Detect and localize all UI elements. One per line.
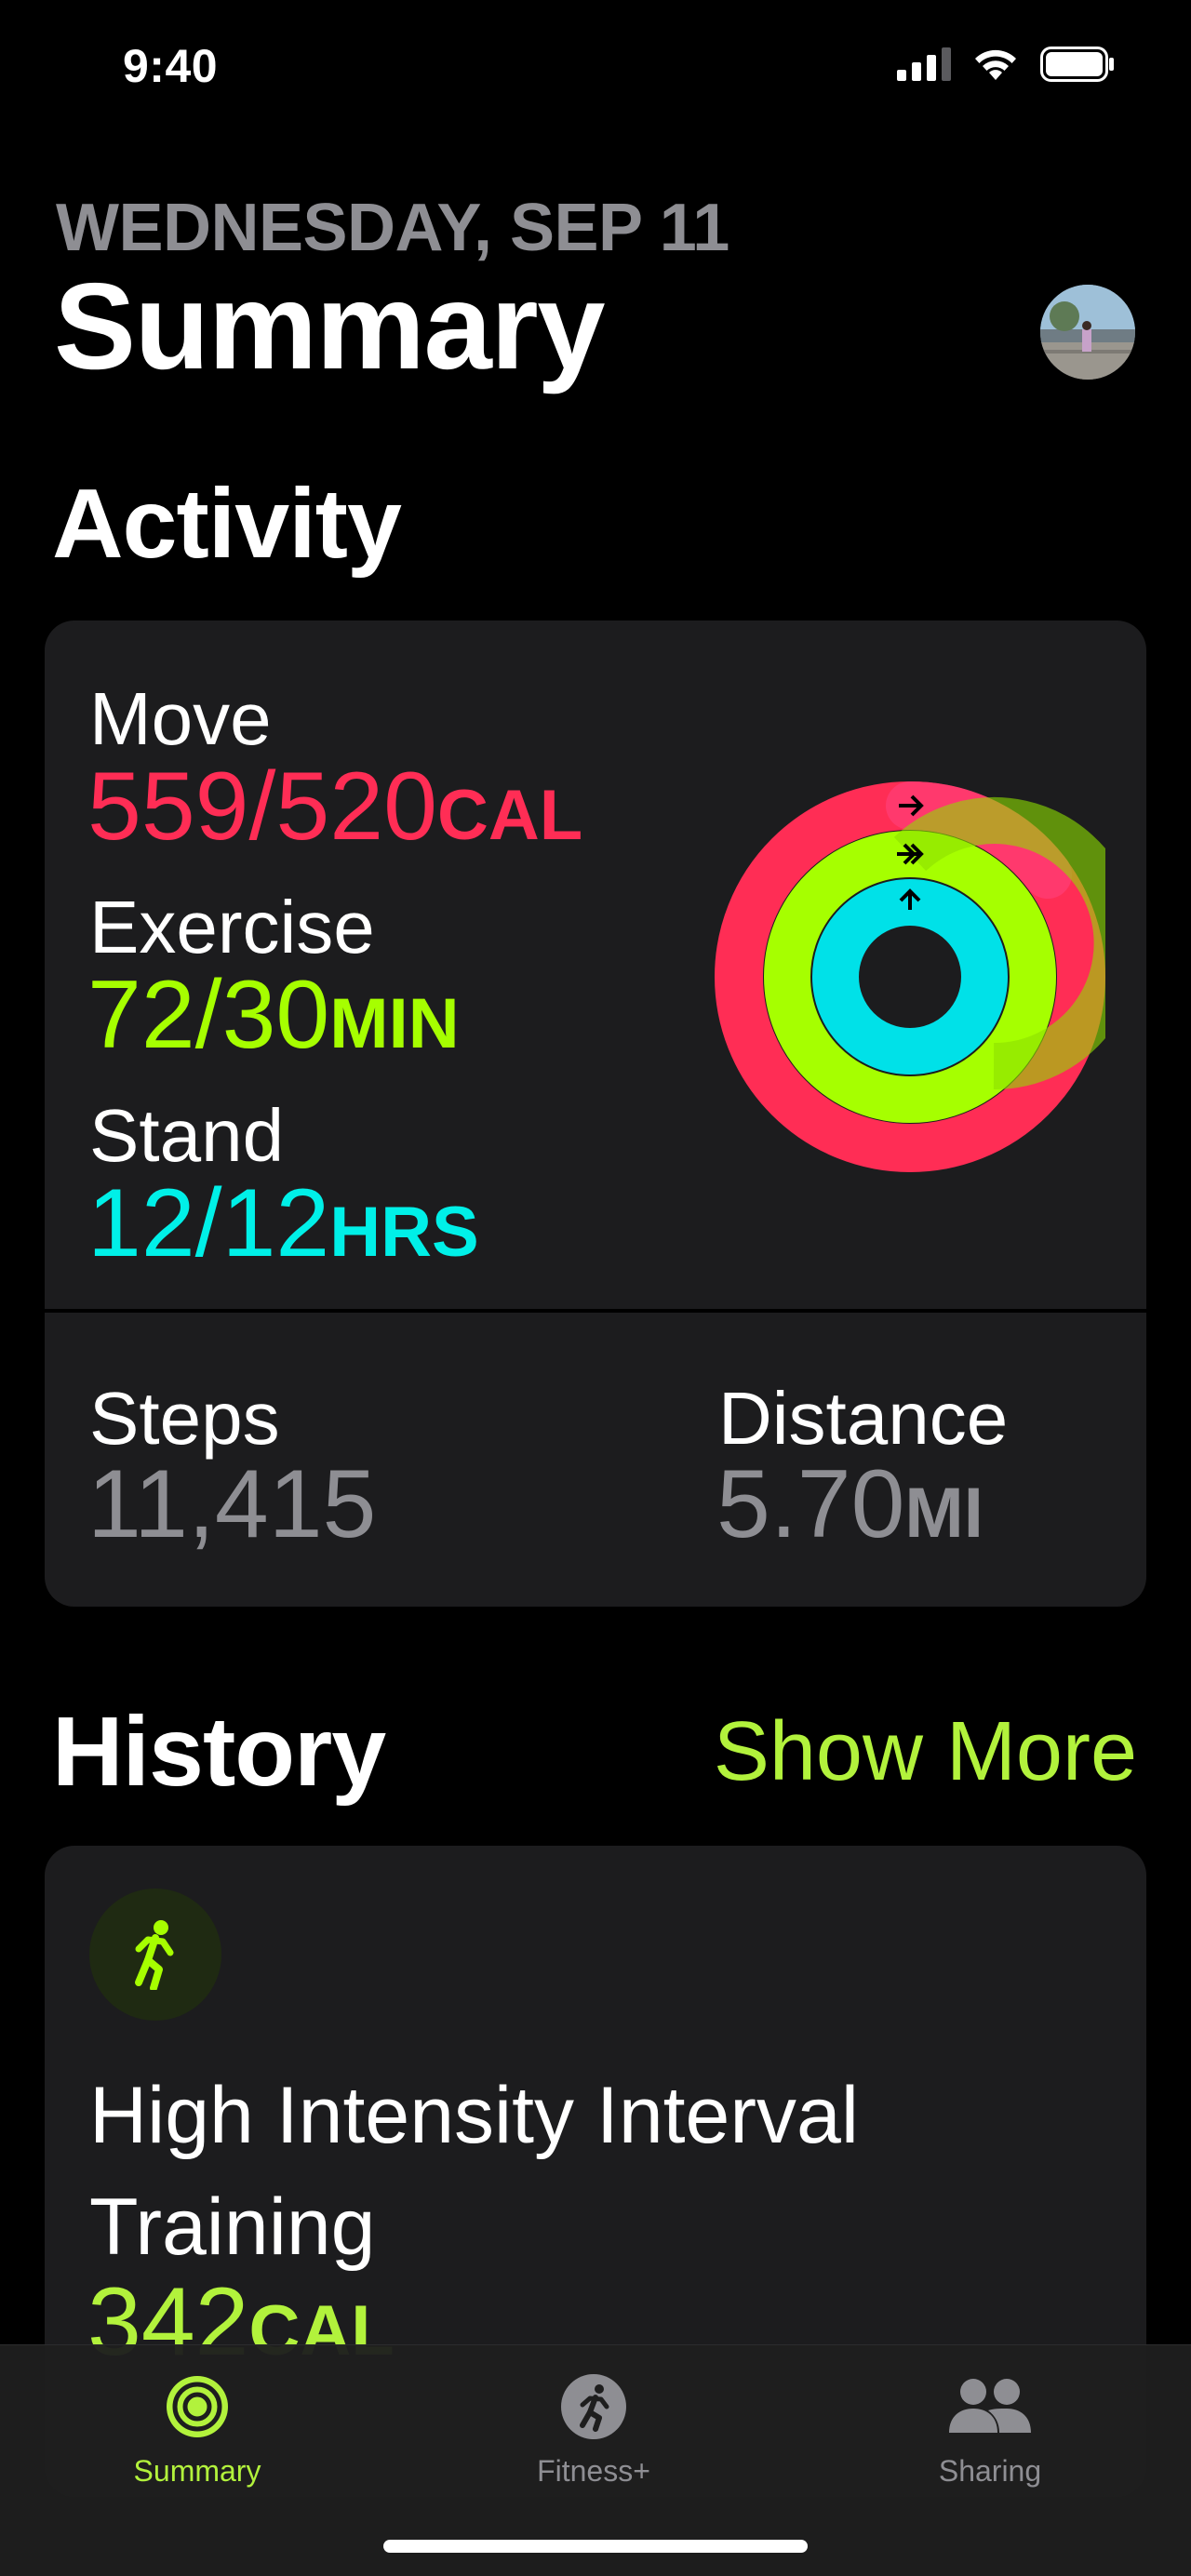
profile-avatar[interactable] [1040,285,1135,380]
people-icon [949,2379,1031,2433]
status-icons [897,47,1115,82]
steps-label: Steps [89,1377,280,1460]
tab-fitness-plus-label: Fitness+ [537,2454,650,2488]
date-label: WEDNESDAY, SEP 11 [56,191,729,265]
exercise-value-unit: MIN [329,984,460,1063]
distance-label: Distance [718,1377,1009,1460]
battery-icon [1040,47,1114,82]
status-time: 9:40 [123,40,219,92]
wifi-icon [975,49,1016,80]
history-section-title: History [52,1697,386,1807]
tab-summary[interactable]: Summary [104,2373,290,2489]
exercise-value: 72/30MIN [87,967,460,1063]
app-screen: 9:40 WEDNESDAY, SEP 11 Summary Activity … [0,0,1191,2576]
move-value-unit: CAL [436,776,583,855]
workout-icon-circle [89,1889,221,2021]
page-title: Summary [54,258,606,394]
tab-fitness-plus[interactable]: Fitness+ [501,2373,687,2489]
distance-value-number: 5.70 [716,1450,905,1558]
stand-value-unit: HRS [329,1193,479,1272]
move-value: 559/520CAL [87,758,582,855]
show-more-link[interactable]: Show More [714,1710,1137,1794]
tab-summary-label: Summary [133,2454,261,2488]
distance-value: 5.70MI [716,1456,984,1553]
stand-value: 12/12HRS [87,1175,479,1272]
tab-sharing-label: Sharing [938,2454,1042,2488]
avatar-photo [1040,285,1135,380]
activity-section-title: Activity [52,469,402,579]
move-label: Move [89,677,272,760]
stand-value-number: 12/12 [87,1169,330,1277]
cellular-signal-icon [897,47,951,81]
exercise-label: Exercise [89,886,375,968]
tab-sharing[interactable]: Sharing [897,2373,1083,2489]
running-figure-icon [135,1920,174,1990]
distance-value-unit: MI [904,1474,984,1553]
activity-rings-chart [715,781,1105,1172]
activity-card[interactable]: Move 559/520CAL Exercise 72/30MIN Stand … [45,621,1146,1607]
move-value-number: 559/520 [87,753,437,861]
stand-ring [812,879,1008,1074]
stand-label: Stand [89,1094,285,1177]
workout-name: High Intensity Interval Training [89,2071,859,2272]
activity-rings-icon [167,2376,228,2437]
steps-value-number: 11,415 [87,1450,377,1558]
home-indicator[interactable] [383,2540,808,2553]
steps-value: 11,415 [87,1456,376,1553]
fitness-plus-icon [561,2374,626,2439]
card-divider [45,1309,1146,1313]
exercise-value-number: 72/30 [87,961,330,1069]
